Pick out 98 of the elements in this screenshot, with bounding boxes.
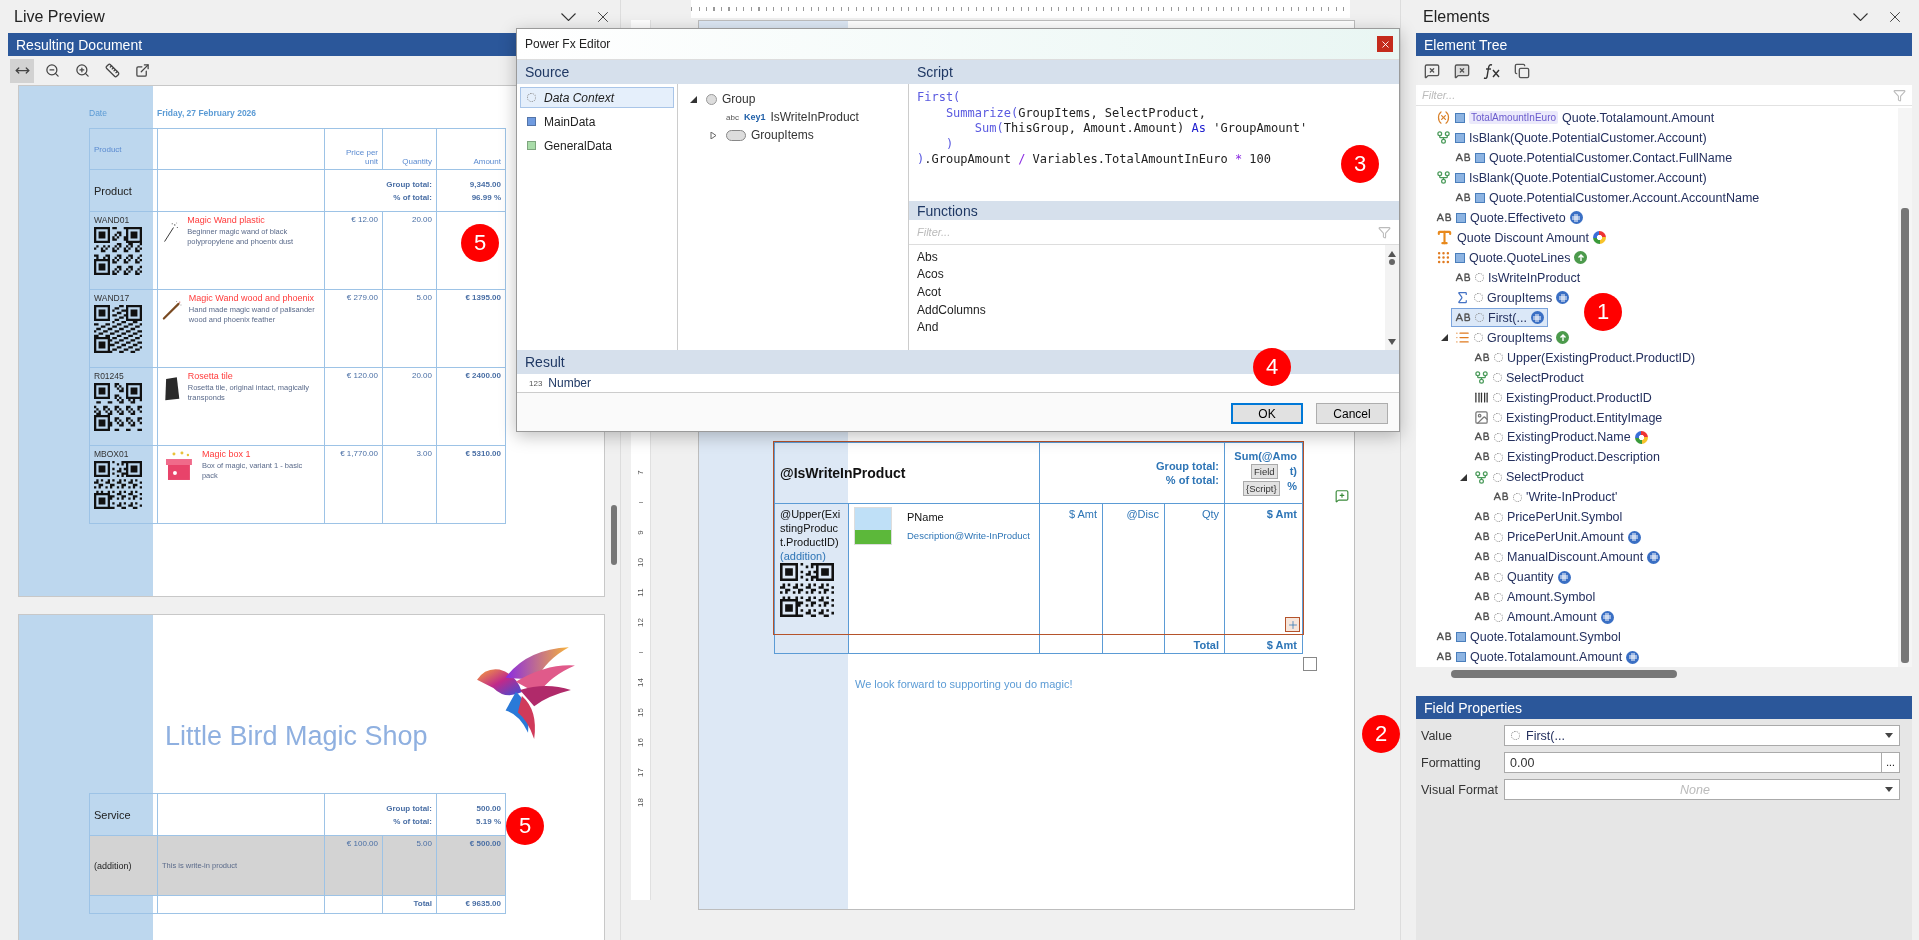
percent-of-total: 5.19 % — [476, 815, 501, 828]
field-name: IsWriteInProduct — [770, 110, 859, 124]
property-label: Formatting — [1421, 755, 1482, 770]
key-label: Key1 — [743, 112, 766, 122]
amount: € 500.00 — [469, 839, 501, 848]
panel-title: Elements — [1423, 7, 1490, 26]
unit-price: € 279.00 — [346, 293, 378, 302]
ruler-number: 10 — [636, 557, 645, 567]
ruler-number: 12 — [636, 617, 645, 627]
amount: € 1395.00 — [465, 293, 501, 302]
description-field: Description@Write-InProduct — [907, 530, 1030, 541]
section-header: Source — [517, 60, 909, 84]
product-code: R01245 — [94, 371, 124, 381]
dialog-title: Power Fx Editor — [525, 37, 611, 51]
date-value: Friday, 27 February 2026 — [157, 108, 258, 118]
column-header: Amount — [473, 157, 501, 166]
quantity: 5.00 — [416, 839, 432, 848]
group-total-label: Group total: — [386, 802, 432, 815]
product-id-field: @Upper(ExistingProduct.ProductID) — [780, 507, 843, 549]
product-name: Rosetta tile — [187, 371, 234, 381]
shop-title: Little Bird Magic Shop — [165, 721, 429, 752]
script-field: t) — [1289, 464, 1297, 479]
code-line: ).GroupAmount / Variables.TotalAmountInEuro * 100 — [917, 152, 1272, 168]
addition-field: (addition) — [780, 549, 826, 563]
footer-text: We look forward to supporting you do magic! — [855, 678, 1074, 690]
code-line: ) — [944, 136, 954, 152]
product-code: WAND17 — [94, 293, 130, 303]
section-header: Field Properties — [1416, 696, 1912, 719]
callout-marker: 4 — [1253, 348, 1291, 386]
group-total-label: Group total: — [386, 178, 432, 191]
date-label: Date — [89, 108, 108, 118]
unit-price: € 100.00 — [346, 839, 378, 848]
group-total: 9,345.00 — [469, 178, 501, 191]
quantity: 5.00 — [416, 293, 432, 302]
product-name: Magic Wand wood and phoenix — [188, 293, 316, 303]
ruler-number: 7 — [636, 469, 645, 475]
column-header: Price per unit — [345, 148, 378, 166]
total-amount: € 9635.00 — [465, 899, 501, 908]
amount-field: $ Amt — [1266, 507, 1297, 521]
code-line: Summarize(GroupItems, SelectProduct, — [944, 105, 1206, 121]
type-label: abc — [726, 112, 739, 122]
amount: € 5310.00 — [465, 449, 501, 458]
column-header: Product — [94, 144, 122, 154]
quantity: 20.00 — [411, 215, 432, 224]
amount: € 2400.00 — [465, 371, 501, 380]
code-line: Sum(ThisGroup, Amount.Amount) As 'GroupAmount' — [973, 121, 1308, 137]
ruler-number: 16 — [636, 737, 645, 747]
total-label: Total — [1193, 638, 1219, 652]
product-code: WAND01 — [94, 215, 130, 225]
section-header: Script — [909, 60, 1399, 84]
name-field: PName — [907, 511, 944, 523]
callout-marker: 2 — [1362, 715, 1400, 753]
type-label: 123 — [529, 378, 543, 388]
property-label: Value — [1421, 728, 1454, 743]
percent-label: % of total: — [393, 191, 432, 204]
callout-marker: 3 — [1341, 145, 1379, 183]
group-name: Service — [94, 808, 131, 821]
total-label: Total — [413, 899, 432, 908]
group-field: @IsWriteInProduct — [780, 466, 906, 480]
ruler-number: 11 — [636, 587, 645, 597]
quantity: 3.00 — [416, 449, 432, 458]
total-field: $ Amt — [1266, 638, 1297, 652]
discount-field: @Disc — [1126, 507, 1159, 521]
field-name: GroupItems — [751, 128, 814, 142]
code-line: First( — [917, 90, 961, 106]
unit-price: € 1,770.00 — [340, 449, 378, 458]
ruler-number: 15 — [636, 707, 645, 717]
group-total-label: Group total: — [1156, 459, 1219, 473]
product-name: Magic box 1 — [201, 449, 252, 459]
field-tooltip: Field — [1251, 464, 1278, 479]
product-code: MBOX01 — [94, 449, 129, 459]
column-header: Quantity — [402, 157, 432, 166]
percent-label: % of total: — [1165, 473, 1219, 487]
quantity: 20.00 — [411, 371, 432, 380]
field-name: Group — [722, 92, 756, 106]
ruler-number: 17 — [636, 767, 645, 777]
script-field: % — [1287, 479, 1297, 494]
section-header: Element Tree — [1416, 33, 1912, 56]
variable-tag: TotalAmountInEuro — [1469, 111, 1559, 125]
percent-label: % of total: — [393, 815, 432, 828]
unit-price: € 12.00 — [351, 215, 378, 224]
unit-price: € 120.00 — [346, 371, 378, 380]
ruler-number: 9 — [636, 529, 645, 535]
panel-title: Live Preview — [14, 7, 105, 26]
ruler-number: 14 — [636, 677, 645, 687]
script-field: Sum(@Amo — [1234, 449, 1297, 464]
product-code: (addition) — [94, 860, 132, 871]
percent-of-total: 96.99 % — [471, 191, 501, 204]
result-type: Number — [548, 376, 592, 390]
product-name: Magic Wand plastic — [187, 215, 266, 225]
quantity-field: Qty — [1201, 507, 1219, 521]
field-tooltip: {Script} — [1243, 481, 1280, 496]
group-name: Product — [94, 184, 132, 197]
ruler-number: 18 — [636, 797, 645, 807]
property-label: Visual Format — [1421, 782, 1499, 797]
section-header: Functions — [909, 201, 1399, 220]
price-field: $ Amt — [1068, 507, 1097, 521]
group-total: 500.00 — [476, 802, 501, 815]
